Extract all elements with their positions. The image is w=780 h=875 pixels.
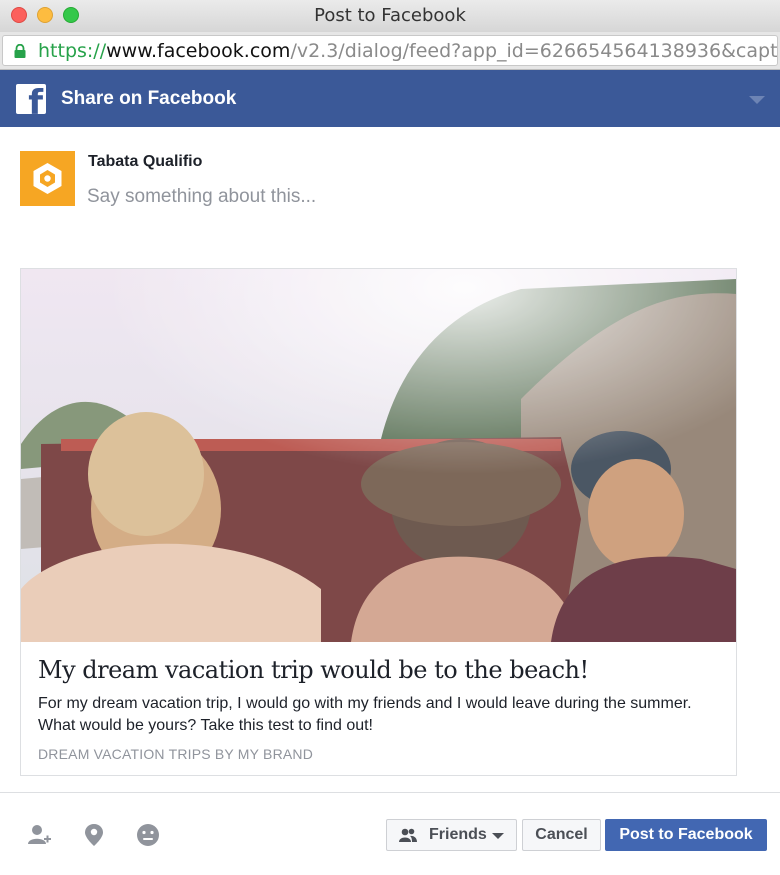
url-scheme: https:// — [38, 40, 107, 62]
share-dialog-header: f Share on Facebook — [0, 70, 780, 127]
window-titlebar: Post to Facebook — [0, 0, 780, 32]
caret-down-icon — [492, 833, 504, 839]
dialog-footer: Friends Cancel Post to Facebook — [0, 792, 780, 875]
minimize-window-button[interactable] — [37, 7, 53, 23]
url-field[interactable]: https://www.facebook.com/v2.3/dialog/fee… — [2, 35, 778, 66]
dialog-title: Share on Facebook — [61, 88, 237, 109]
cancel-button[interactable]: Cancel — [522, 819, 601, 851]
link-preview-card[interactable]: My dream vacation trip would be to the b… — [20, 268, 737, 776]
url-text: https://www.facebook.com/v2.3/dialog/fee… — [38, 40, 778, 62]
url-path: /v2.3/dialog/feed?app_id=626654564138936… — [290, 40, 778, 62]
post-to-facebook-button[interactable]: Post to Facebook — [605, 819, 767, 851]
facebook-logo-icon: f — [16, 84, 46, 114]
vacation-photo — [21, 269, 736, 642]
brand-hexagon-icon — [33, 163, 62, 194]
tag-friends-icon[interactable] — [26, 822, 52, 848]
link-preview-title[interactable]: My dream vacation trip would be to the b… — [38, 656, 589, 684]
window-title: Post to Facebook — [314, 5, 466, 26]
avatar — [20, 151, 75, 206]
url-domain: www.facebook.com — [106, 40, 291, 62]
user-name: Tabata Qualifio — [88, 153, 203, 170]
status-message-input[interactable] — [87, 184, 727, 210]
audience-selector-button[interactable]: Friends — [386, 819, 517, 851]
friends-icon — [399, 828, 417, 842]
close-window-button[interactable] — [11, 7, 27, 23]
feeling-emoji-icon[interactable] — [135, 822, 161, 848]
zoom-window-button[interactable] — [63, 7, 79, 23]
chevron-down-icon[interactable] — [749, 96, 765, 104]
facebook-logo-letter: f — [28, 84, 43, 114]
link-preview-description: For my dream vacation trip, I would go w… — [38, 695, 692, 734]
audience-label: Friends — [429, 826, 487, 843]
lock-icon — [14, 44, 26, 58]
address-bar: https://www.facebook.com/v2.3/dialog/fee… — [0, 32, 780, 70]
location-pin-icon[interactable] — [81, 822, 107, 848]
link-preview-image[interactable] — [21, 269, 736, 642]
link-preview-source: DREAM VACATION TRIPS BY MY BRAND — [38, 746, 314, 762]
